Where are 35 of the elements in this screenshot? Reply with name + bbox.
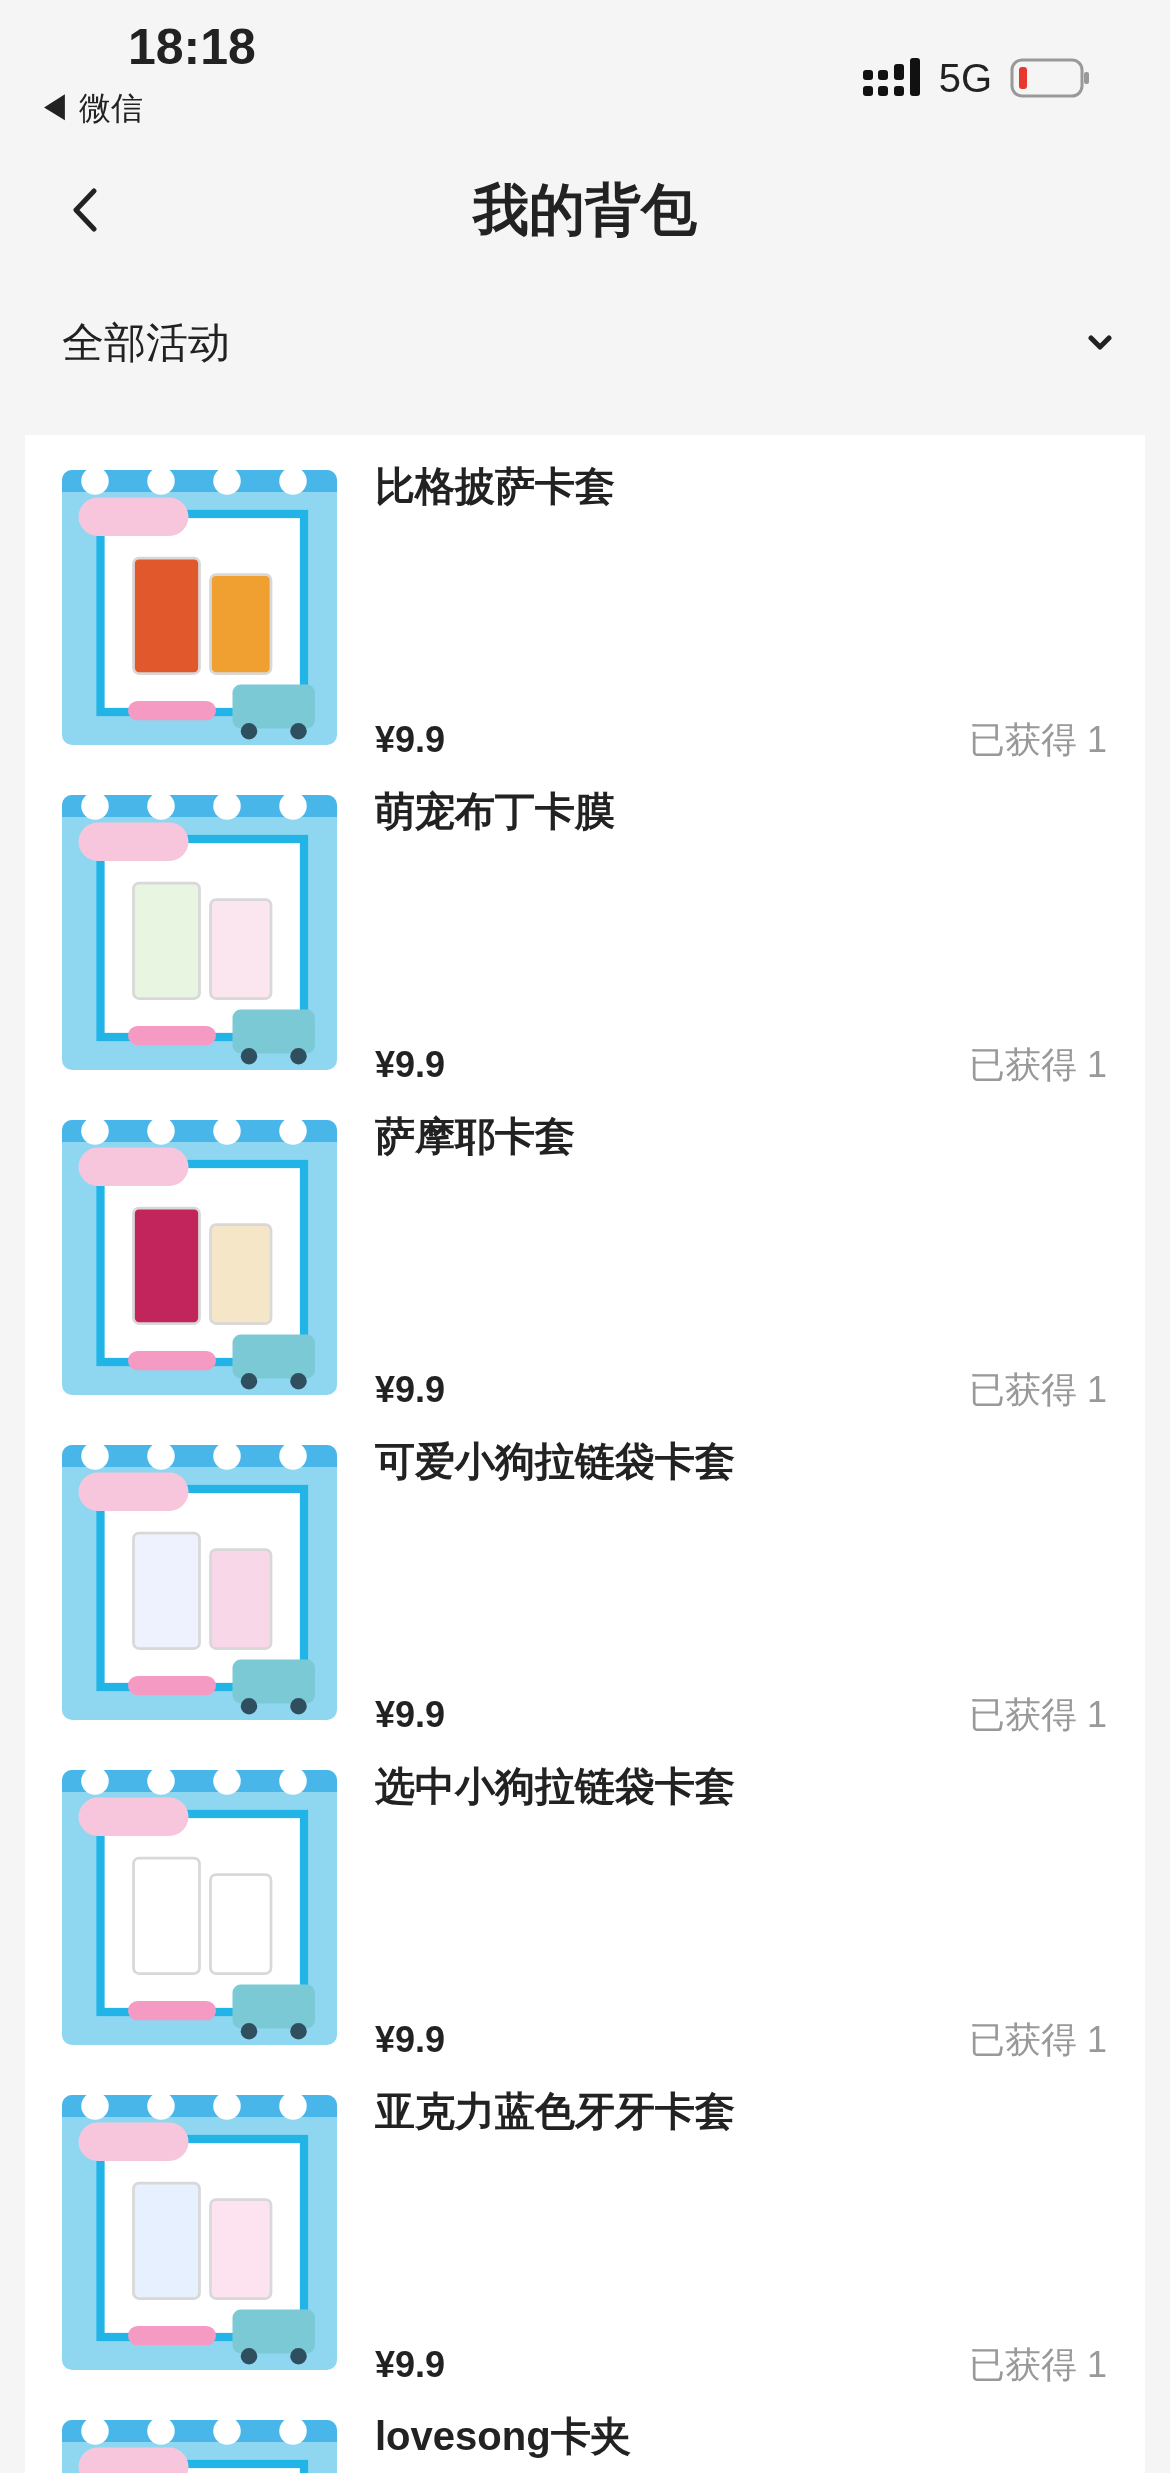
item-title: 萨摩耶卡套 [375,1113,576,1160]
item-price: ¥9.9 [375,722,446,758]
back-icon [72,188,98,232]
network-type: 5G [938,58,992,98]
item-row[interactable]: lovesong卡夹 [25,2385,1145,2473]
item-title: 萌宠布丁卡膜 [375,788,616,835]
status-time: 18:18 [128,22,256,72]
item-row[interactable]: 萌宠布丁卡膜 ¥9.9 已获得 1 [25,760,1145,1085]
page-title: 我的背包 [473,182,697,238]
item-price: ¥9.9 [375,1047,446,1083]
signal-icon [862,58,921,98]
item-price: ¥9.9 [375,2022,446,2058]
item-price: ¥9.9 [375,1697,446,1733]
obtained-count: 已获得 1 [968,2022,1107,2058]
item-title: 选中小狗拉链袋卡套 [375,1763,736,1810]
item-title: 亚克力蓝色牙牙卡套 [375,2088,736,2135]
item-row[interactable]: 亚克力蓝色牙牙卡套 ¥9.9 已获得 1 [25,2060,1145,2385]
obtained-count: 已获得 1 [968,1047,1107,1083]
item-row[interactable]: 可爱小狗拉链袋卡套 ¥9.9 已获得 1 [25,1410,1145,1735]
item-price: ¥9.9 [375,2347,446,2383]
item-row[interactable]: 萨摩耶卡套 ¥9.9 已获得 1 [25,1085,1145,1410]
obtained-count: 已获得 1 [968,1372,1107,1408]
activity-filter-dropdown[interactable]: 全部活动 [0,260,1170,435]
item-title: 可爱小狗拉链袋卡套 [375,1438,736,1485]
item-title: lovesong卡夹 [375,2413,632,2460]
item-row[interactable]: 比格披萨卡套 ¥9.9 已获得 1 [25,435,1145,760]
chevron-down-icon [1088,334,1112,351]
obtained-count: 已获得 1 [968,1697,1107,1733]
item-row[interactable]: 选中小狗拉链袋卡套 ¥9.9 已获得 1 [25,1735,1145,2060]
back-to-app-link[interactable]: ◀ 微信 [38,92,143,124]
obtained-count: 已获得 1 [968,2347,1107,2383]
obtained-count: 已获得 1 [968,722,1107,758]
battery-icon [1010,58,1090,98]
item-price: ¥9.9 [375,1372,446,1408]
item-title: 比格披萨卡套 [375,463,616,510]
